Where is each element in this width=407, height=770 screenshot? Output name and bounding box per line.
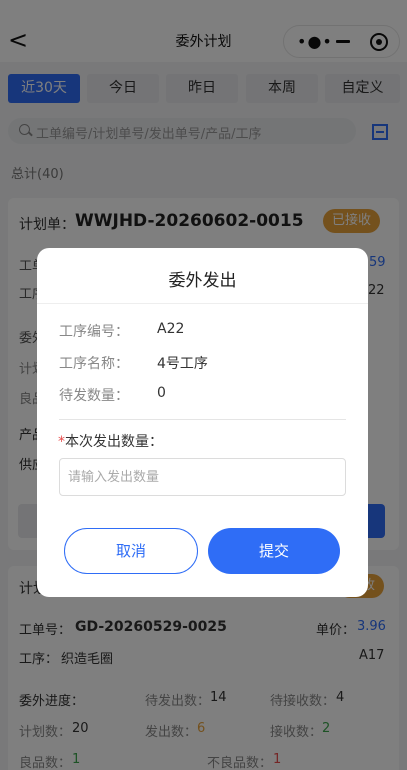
divider: [37, 303, 368, 304]
pending-qty-label: 待发数量：: [59, 388, 129, 404]
cancel-button[interactable]: 取消: [64, 528, 198, 574]
process-code-label: 工序编号：: [59, 324, 129, 340]
divider: [59, 419, 346, 420]
pending-qty-value: 0: [157, 385, 166, 401]
dialog-title: 委外发出: [168, 271, 237, 291]
required-star: *: [58, 434, 65, 450]
process-name-value: 4号工序: [157, 356, 208, 372]
process-code-value: A22: [157, 321, 185, 337]
send-qty-input[interactable]: [59, 458, 346, 496]
process-name-label: 工序名称：: [59, 356, 129, 372]
send-out-dialog: 委外发出 工序编号： A22 工序名称： 4号工序 待发数量： 0 *本次发出数…: [37, 248, 368, 597]
submit-button[interactable]: 提交: [208, 528, 340, 574]
send-qty-label-text: 本次发出数量：: [65, 434, 163, 450]
send-qty-label: *本次发出数量：: [58, 431, 163, 451]
